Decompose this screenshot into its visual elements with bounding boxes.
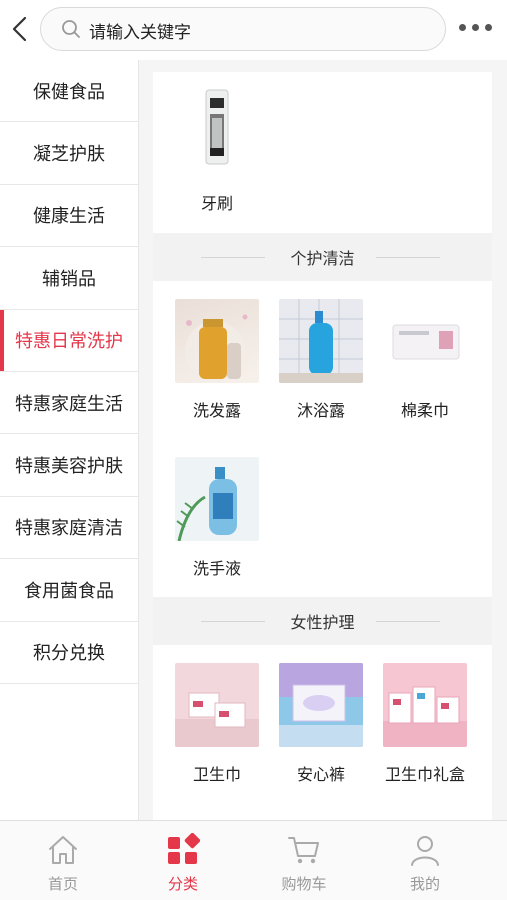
sidebar-item-label: 特惠日常洗护 xyxy=(15,331,123,353)
product-content: 牙刷 个护清洁 洗发露 沐浴露 棉柔巾 洗手液 女性护理 卫生巾 安心裤 卫生巾… xyxy=(153,72,492,820)
category-sidebar: 保健食品 凝芝护肤 健康生活 辅销品 特惠日常洗护 特惠家庭生活 特惠美容护肤 … xyxy=(0,60,139,820)
product-item-body-wash[interactable]: 沐浴露 xyxy=(257,281,363,428)
sidebar-item-label: 保健食品 xyxy=(33,81,105,103)
more-dots-icon[interactable] xyxy=(459,24,493,34)
search-input[interactable]: 请输入关键字 xyxy=(40,7,446,51)
product-item-toothbrush[interactable]: 牙刷 xyxy=(153,72,259,233)
sidebar-item-healthy-living[interactable]: 健康生活 xyxy=(0,185,138,248)
sidebar-item-mushroom-food[interactable]: 食用菌食品 xyxy=(0,559,138,622)
product-name: 卫生巾礼盒 xyxy=(384,765,465,784)
product-name: 棉柔巾 xyxy=(400,401,449,420)
shampoo-image xyxy=(175,299,259,383)
bottom-tab-bar: 首页 分类 购物车 我的 xyxy=(0,820,507,900)
sidebar-item-label: 健康生活 xyxy=(33,206,105,228)
sidebar-item-label: 积分兑换 xyxy=(33,643,105,665)
sidebar-item-accessories[interactable]: 辅销品 xyxy=(0,247,138,310)
sidebar-item-label: 特惠美容护肤 xyxy=(15,456,123,478)
product-name: 洗手液 xyxy=(192,559,241,578)
sidebar-item-label: 食用菌食品 xyxy=(24,580,114,602)
cotton-towel-image xyxy=(383,299,467,383)
tab-profile[interactable]: 我的 xyxy=(362,821,488,900)
sidebar-item-label: 特惠家庭清洁 xyxy=(15,518,123,540)
user-icon xyxy=(411,836,439,866)
chevron-left-icon[interactable] xyxy=(8,14,32,44)
tab-label: 购物车 xyxy=(281,875,327,893)
product-item-safety-pants[interactable]: 安心裤 xyxy=(257,645,363,792)
category-icon xyxy=(168,833,200,864)
sidebar-item-health-food[interactable]: 保健食品 xyxy=(0,60,138,123)
product-item-hand-wash[interactable]: 洗手液 xyxy=(153,439,259,586)
sidebar-item-daily-care[interactable]: 特惠日常洗护 xyxy=(0,309,138,372)
sidebar-item-home-cleaning[interactable]: 特惠家庭清洁 xyxy=(0,497,138,560)
tab-label: 分类 xyxy=(167,875,198,893)
sidebar-item-label: 特惠家庭生活 xyxy=(15,393,123,415)
tab-label: 首页 xyxy=(47,875,78,893)
sidebar-item-points-exchange[interactable]: 积分兑换 xyxy=(0,622,138,684)
product-item-sanitary-pad-gift-box[interactable]: 卫生巾礼盒 xyxy=(361,645,467,792)
search-icon xyxy=(62,20,80,38)
sidebar-item-skincare[interactable]: 凝芝护肤 xyxy=(0,122,138,185)
tab-cart[interactable]: 购物车 xyxy=(241,821,367,900)
sidebar-item-home-living[interactable]: 特惠家庭生活 xyxy=(0,372,138,435)
tab-home[interactable]: 首页 xyxy=(0,821,126,900)
toothbrush-image xyxy=(175,84,259,168)
sidebar-item-beauty[interactable]: 特惠美容护肤 xyxy=(0,434,138,497)
product-name: 牙刷 xyxy=(200,194,233,213)
section-header-personal-care: 个护清洁 xyxy=(153,233,492,281)
sidebar-item-label: 辅销品 xyxy=(42,268,96,290)
product-item-sanitary-pad[interactable]: 卫生巾 xyxy=(153,645,259,792)
sanitary-pad-gift-box-image xyxy=(383,663,467,747)
section-header-feminine-care: 女性护理 xyxy=(153,597,492,645)
product-item-shampoo[interactable]: 洗发露 xyxy=(153,281,259,428)
safety-pants-image xyxy=(279,663,363,747)
tab-category[interactable]: 分类 xyxy=(120,821,246,900)
section-title: 女性护理 xyxy=(290,613,355,632)
hand-wash-image xyxy=(175,457,259,541)
home-icon xyxy=(49,836,77,864)
section-title: 个护清洁 xyxy=(290,249,355,268)
tab-label: 我的 xyxy=(409,875,440,893)
cart-icon xyxy=(288,837,319,864)
sanitary-pad-image xyxy=(175,663,259,747)
product-item-cotton-towel[interactable]: 棉柔巾 xyxy=(361,281,467,428)
search-placeholder: 请输入关键字 xyxy=(89,23,191,43)
top-header: 请输入关键字 xyxy=(0,0,507,60)
body-wash-image xyxy=(279,299,363,383)
sidebar-item-label: 凝芝护肤 xyxy=(33,144,105,166)
